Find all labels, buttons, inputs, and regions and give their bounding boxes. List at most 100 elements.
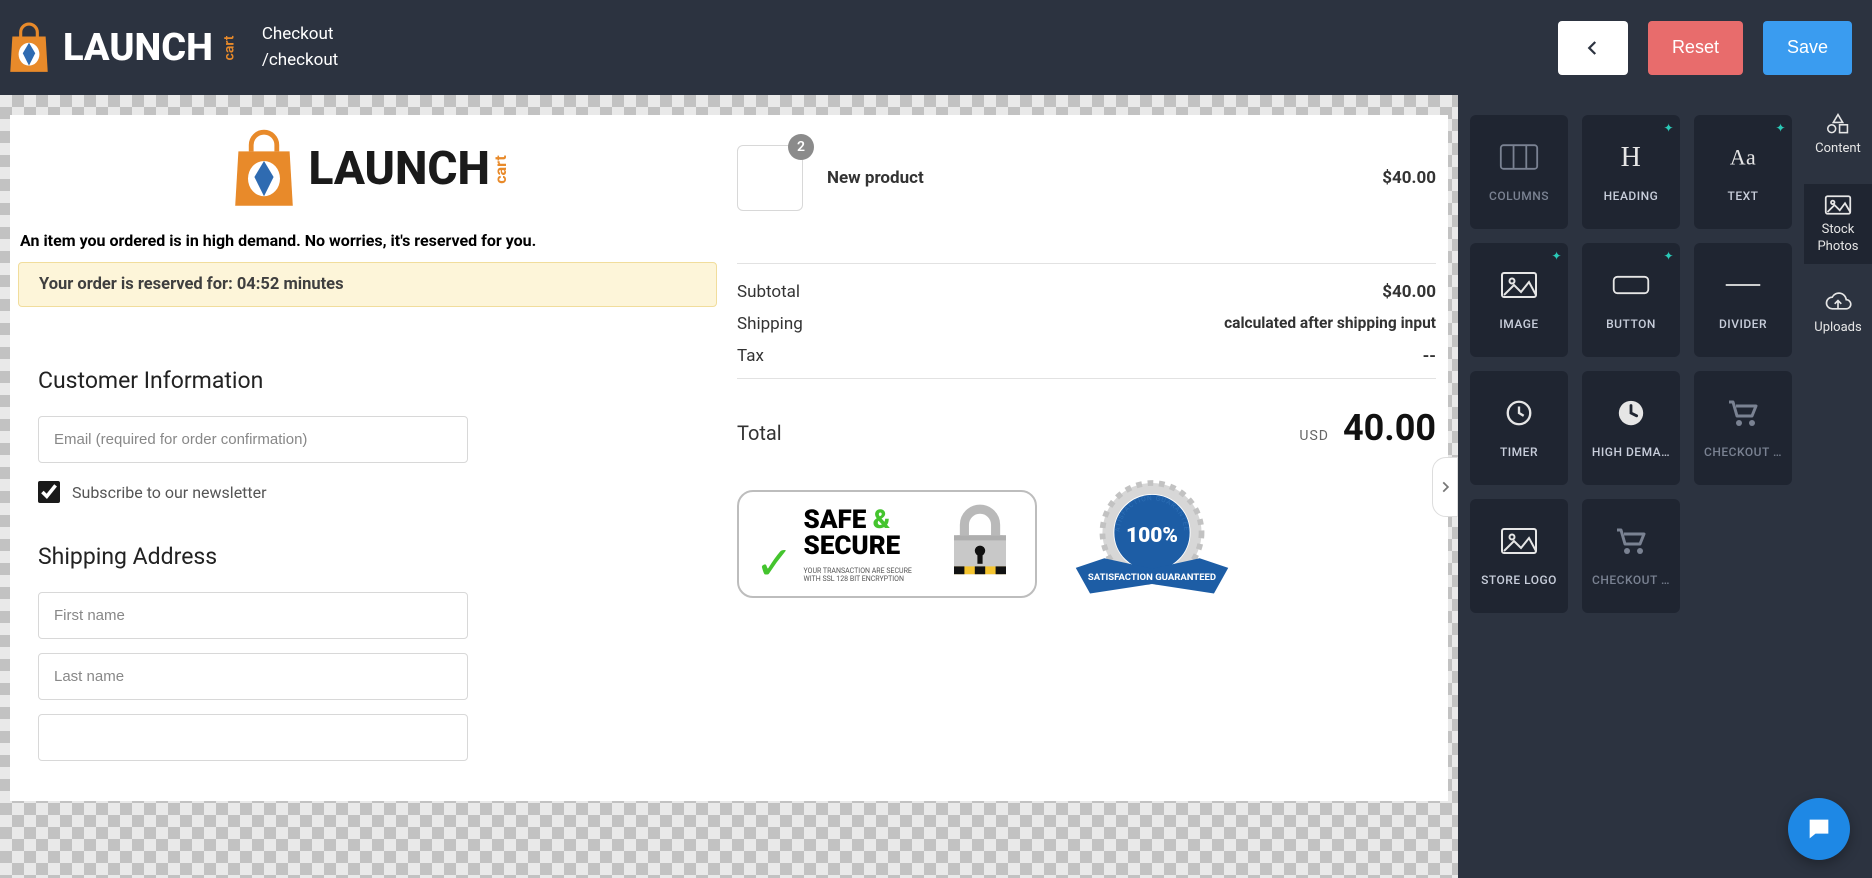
palette-item-label: BUTTON bbox=[1606, 317, 1656, 331]
lock-icon bbox=[941, 504, 1019, 586]
currency-code: USD bbox=[1299, 428, 1329, 444]
rail-content-label: Content bbox=[1815, 141, 1861, 156]
subtotal-label: Subtotal bbox=[737, 282, 800, 302]
spark-icon: ✦ bbox=[1551, 249, 1562, 263]
last-name-field[interactable] bbox=[38, 653, 468, 700]
svg-text:100%: 100% bbox=[1126, 524, 1178, 548]
palette-item-label: HEADING bbox=[1604, 189, 1659, 203]
palette-item-button-4[interactable]: ✦BUTTON bbox=[1582, 243, 1680, 357]
next-field[interactable] bbox=[38, 714, 468, 761]
app-header: LAUNCH cart Checkout /checkout Reset Sav… bbox=[0, 0, 1872, 95]
safe-secure-badge: ✓ SAFE & SECURE YOUR TRANSACTION ARE SEC… bbox=[737, 490, 1037, 598]
rail-content[interactable]: Content bbox=[1804, 109, 1872, 160]
newsletter-checkbox[interactable] bbox=[38, 481, 60, 503]
save-button[interactable]: Save bbox=[1763, 21, 1852, 75]
cart-item-name: New product bbox=[827, 168, 1358, 188]
email-field[interactable] bbox=[38, 416, 468, 463]
preview-right-column: 2 New product $40.00 Subtotal $40.00 Shi… bbox=[725, 115, 1448, 761]
image-icon bbox=[1499, 270, 1539, 303]
chevron-left-icon bbox=[1584, 39, 1602, 57]
spark-icon: ✦ bbox=[1663, 121, 1674, 135]
back-button[interactable] bbox=[1558, 21, 1628, 75]
total-amount: 40.00 bbox=[1343, 407, 1436, 449]
palette-item-divider-5[interactable]: DIVIDER bbox=[1694, 243, 1792, 357]
cart-icon bbox=[1723, 398, 1763, 431]
shapes-icon bbox=[1824, 113, 1852, 135]
svg-text:Aa: Aa bbox=[1730, 145, 1756, 169]
cart-item: 2 New product $40.00 bbox=[737, 145, 1436, 241]
palette-item-label: CHECKOUT … bbox=[1704, 445, 1782, 459]
rail-uploads-label: Uploads bbox=[1814, 320, 1861, 335]
palette-item-text-2[interactable]: ✦ Aa TEXT bbox=[1694, 115, 1792, 229]
trust-badges: ✓ SAFE & SECURE YOUR TRANSACTION ARE SEC… bbox=[737, 479, 1436, 609]
svg-text:H: H bbox=[1621, 142, 1642, 172]
divider bbox=[737, 378, 1436, 379]
collapse-sidebar-handle[interactable] bbox=[1432, 457, 1458, 517]
store-bag-icon bbox=[220, 129, 308, 209]
reserved-time: 04:52 minutes bbox=[237, 275, 344, 294]
newsletter-row[interactable]: Subscribe to our newsletter bbox=[38, 481, 717, 503]
page-info: Checkout /checkout bbox=[262, 22, 338, 73]
store-logo-text: LAUNCH bbox=[308, 142, 489, 196]
page-path: /checkout bbox=[262, 48, 338, 74]
button-icon bbox=[1611, 270, 1651, 303]
rail-stock-label2: Photos bbox=[1817, 239, 1858, 254]
palette-item-image-9[interactable]: STORE LOGO bbox=[1470, 499, 1568, 613]
palette-item-label: STORE LOGO bbox=[1481, 573, 1557, 587]
page-title: Checkout bbox=[262, 22, 338, 48]
image-icon bbox=[1499, 526, 1539, 559]
spark-icon: ✦ bbox=[1775, 121, 1786, 135]
clock-solid-icon bbox=[1611, 398, 1651, 431]
text-icon: Aa bbox=[1723, 142, 1763, 175]
divider bbox=[737, 263, 1436, 264]
palette-item-heading-1[interactable]: ✦ H HEADING bbox=[1582, 115, 1680, 229]
app-logo-suffix: cart bbox=[221, 35, 237, 60]
chat-icon bbox=[1805, 815, 1833, 843]
editor-canvas[interactable]: LAUNCH cart An item you ordered is in hi… bbox=[0, 95, 1458, 878]
guarantee-ribbon-text: SATISFACTION GUARANTEED bbox=[1088, 572, 1216, 583]
shipping-address-title: Shipping Address bbox=[38, 543, 717, 570]
palette-item-clock-solid-7[interactable]: HIGH DEMA… bbox=[1582, 371, 1680, 485]
guarantee-badge: 100% SATISFACTION GUARANTEED SATISFACTIO… bbox=[1071, 479, 1233, 609]
palette-item-cart-10[interactable]: CHECKOUT … bbox=[1582, 499, 1680, 613]
main: LAUNCH cart An item you ordered is in hi… bbox=[0, 95, 1872, 878]
palette-item-label: IMAGE bbox=[1499, 317, 1538, 331]
clock-icon bbox=[1499, 398, 1539, 431]
palette-item-label: TEXT bbox=[1728, 189, 1759, 203]
palette-item-label: CHECKOUT … bbox=[1592, 573, 1670, 587]
rail-stock-photos[interactable]: Stock Photos bbox=[1804, 184, 1872, 264]
cart-item-qty-badge: 2 bbox=[788, 134, 814, 160]
subtotal-row: Subtotal $40.00 bbox=[737, 282, 1436, 302]
image-icon bbox=[1824, 194, 1852, 216]
preview-left-column: LAUNCH cart An item you ordered is in hi… bbox=[10, 115, 725, 761]
palette-item-label: COLUMNS bbox=[1489, 189, 1549, 203]
checkout-preview: LAUNCH cart An item you ordered is in hi… bbox=[10, 115, 1448, 801]
chat-bubble[interactable] bbox=[1788, 798, 1850, 860]
palette-item-label: HIGH DEMA… bbox=[1592, 445, 1670, 459]
tax-label: Tax bbox=[737, 346, 764, 366]
palette-item-clock-6[interactable]: TIMER bbox=[1470, 371, 1568, 485]
rail-uploads[interactable]: Uploads bbox=[1804, 288, 1872, 339]
tax-value: -- bbox=[1423, 346, 1436, 366]
newsletter-label: Subscribe to our newsletter bbox=[72, 483, 267, 502]
reset-button[interactable]: Reset bbox=[1648, 21, 1743, 75]
reserved-prefix: Your order is reserved for: bbox=[39, 275, 237, 294]
rail-stock-label1: Stock bbox=[1822, 222, 1855, 237]
palette-item-image-3[interactable]: ✦ IMAGE bbox=[1470, 243, 1568, 357]
app-logo: LAUNCH cart bbox=[5, 22, 242, 74]
safe-secure-subtext: YOUR TRANSACTION ARE SECURE WITH SSL 128… bbox=[804, 567, 912, 584]
palette-item-cart-8[interactable]: CHECKOUT … bbox=[1694, 371, 1792, 485]
shipping-label: Shipping bbox=[737, 314, 803, 334]
total-row: Total USD 40.00 bbox=[737, 407, 1436, 449]
tax-row: Tax -- bbox=[737, 346, 1436, 366]
first-name-field[interactable] bbox=[38, 592, 468, 639]
columns-icon bbox=[1499, 142, 1539, 175]
customer-info-title: Customer Information bbox=[38, 367, 717, 394]
palette-item-columns-0[interactable]: COLUMNS bbox=[1470, 115, 1568, 229]
total-label: Total bbox=[737, 421, 782, 445]
cart-item-thumbnail: 2 bbox=[737, 145, 803, 211]
divider-icon bbox=[1723, 270, 1763, 303]
safe-secure-text: SAFE & SECURE bbox=[804, 507, 912, 559]
chevron-right-icon bbox=[1438, 480, 1452, 494]
store-logo-suffix: cart bbox=[491, 155, 510, 184]
